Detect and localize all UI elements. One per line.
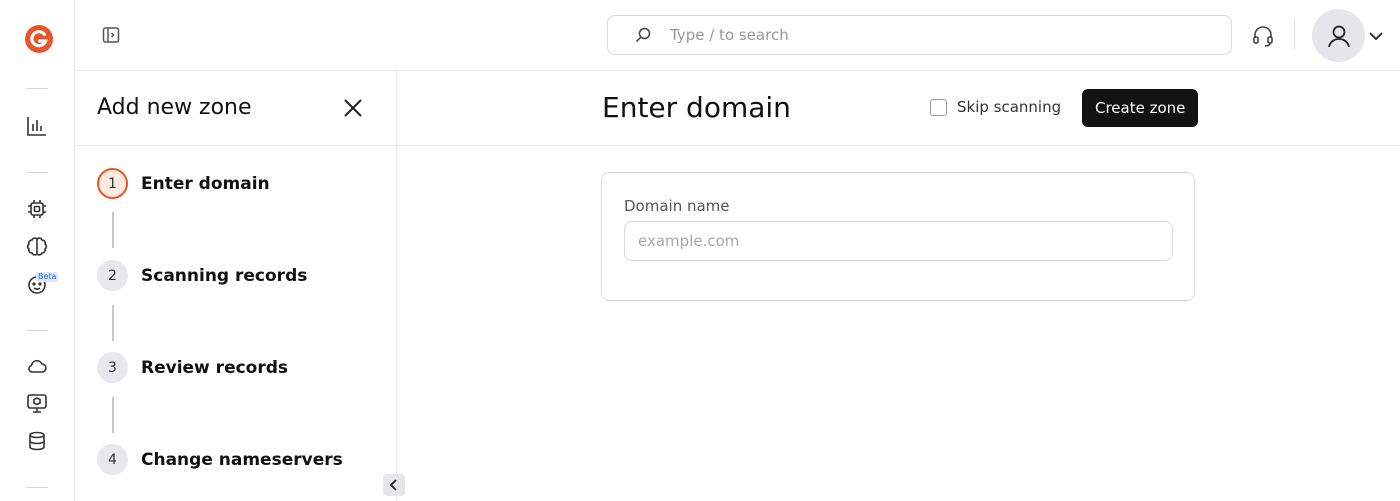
- checkbox-box[interactable]: [930, 98, 947, 116]
- compute-chip-icon[interactable]: [25, 197, 49, 221]
- user-icon: [1327, 25, 1350, 47]
- analytics-icon[interactable]: [25, 114, 49, 138]
- add-zone-wizard: Add new zone 1 Enter domain 2 Scanning r…: [75, 71, 405, 501]
- rail-divider: [26, 172, 48, 173]
- user-avatar[interactable]: [1312, 9, 1365, 62]
- step-number: 3: [97, 352, 128, 383]
- skip-scanning-label: Skip scanning: [957, 98, 1062, 116]
- wizard-header: Add new zone: [75, 71, 396, 146]
- step-number: 4: [97, 444, 128, 475]
- rail-divider: [26, 487, 48, 488]
- monitor-cube-icon[interactable]: [25, 391, 49, 415]
- step-connector: [112, 212, 114, 248]
- step-enter-domain[interactable]: 1 Enter domain: [97, 168, 270, 199]
- headset-support-icon[interactable]: [1251, 24, 1275, 48]
- step-number: 2: [97, 260, 128, 291]
- step-connector: [112, 305, 114, 341]
- domain-name-input[interactable]: [624, 221, 1173, 261]
- logo-icon[interactable]: [24, 24, 54, 54]
- step-connector: [112, 397, 114, 433]
- rail-divider: [26, 330, 48, 331]
- main-header: Enter domain Skip scanning Create zone: [397, 71, 1400, 146]
- cloud-icon[interactable]: [25, 354, 49, 378]
- beta-badge: Beta: [36, 272, 59, 282]
- search-icon: [635, 27, 651, 43]
- step-change-nameservers[interactable]: 4 Change nameservers: [97, 444, 343, 475]
- database-icon[interactable]: [25, 429, 49, 453]
- step-label: Review records: [141, 357, 289, 378]
- create-zone-button[interactable]: Create zone: [1082, 89, 1199, 127]
- chevron-down-icon[interactable]: [1368, 29, 1384, 41]
- sidebar-toggle-icon[interactable]: [101, 25, 121, 45]
- top-bar: [75, 0, 1400, 71]
- skip-scanning-checkbox[interactable]: Skip scanning: [930, 98, 1061, 116]
- wizard-title: Add new zone: [97, 95, 252, 120]
- search-input[interactable]: [670, 26, 1190, 44]
- icon-rail: Beta: [0, 0, 75, 501]
- header-divider: [1294, 20, 1295, 50]
- main-content: Enter domain Skip scanning Create zone D…: [397, 71, 1400, 501]
- step-review-records[interactable]: 3 Review records: [97, 352, 288, 383]
- rail-divider: [26, 88, 48, 89]
- ai-brain-icon[interactable]: [25, 234, 49, 258]
- step-label: Enter domain: [141, 173, 270, 194]
- close-icon[interactable]: [343, 98, 363, 118]
- domain-card: Domain name: [601, 172, 1195, 301]
- step-scanning-records[interactable]: 2 Scanning records: [97, 260, 307, 291]
- domain-name-label: Domain name: [624, 197, 730, 215]
- page-title: Enter domain: [602, 91, 791, 124]
- search-box[interactable]: [607, 15, 1232, 55]
- step-number: 1: [97, 168, 128, 199]
- step-label: Change nameservers: [141, 449, 343, 470]
- step-label: Scanning records: [141, 265, 308, 286]
